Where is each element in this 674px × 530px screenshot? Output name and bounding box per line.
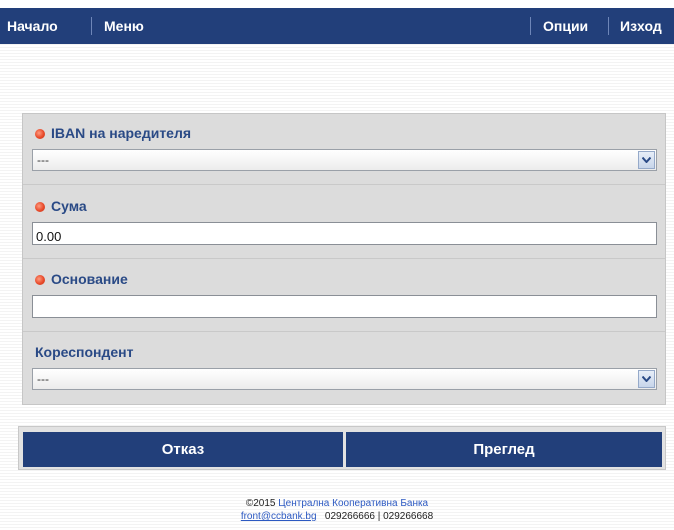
nav-options-link[interactable]: Опции: [543, 8, 588, 44]
reason-label-text: Основание: [51, 271, 128, 287]
amount-input[interactable]: [32, 222, 657, 245]
copyright-text: ©2015: [245, 498, 276, 509]
correspondent-select[interactable]: ---: [32, 368, 657, 390]
correspondent-label: Кореспондент: [35, 344, 134, 360]
required-marker-icon: [35, 129, 45, 139]
correspondent-select-value: ---: [37, 372, 49, 386]
top-navigation-bar: Начало Меню Опции Изход: [0, 0, 674, 44]
iban-label-text: IBAN на наредителя: [51, 125, 192, 141]
field-divider: [23, 184, 665, 185]
phones-text: 029266666 | 029266668: [324, 511, 434, 522]
required-marker-icon: [35, 202, 45, 212]
amount-label: Сума: [35, 198, 87, 214]
chevron-down-icon[interactable]: [638, 370, 655, 388]
iban-label: IBAN на наредителя: [35, 125, 191, 141]
action-buttons-bar: Отказ Преглед: [18, 426, 666, 470]
email-link[interactable]: front@ccbank.bg: [241, 511, 317, 522]
nav-home-link[interactable]: Начало: [7, 8, 58, 44]
field-divider: [23, 258, 665, 259]
preview-button[interactable]: Преглед: [346, 432, 662, 467]
required-marker-icon: [35, 275, 45, 285]
iban-select[interactable]: ---: [32, 149, 657, 171]
nav-menu-link[interactable]: Меню: [104, 8, 144, 44]
reason-label: Основание: [35, 271, 128, 287]
nav-separator: [530, 17, 531, 35]
field-divider: [23, 331, 665, 332]
bank-name-link[interactable]: Централна Кооперативна Банка: [278, 498, 428, 509]
footer-copyright-line: ©2015 Централна Кооперативна Банка: [0, 497, 674, 510]
footer-contact-line: front@ccbank.bg 029266666 | 029266668: [0, 510, 674, 523]
amount-label-text: Сума: [51, 198, 87, 214]
chevron-down-icon[interactable]: [638, 151, 655, 169]
page-footer: ©2015 Централна Кооперативна Банка front…: [0, 497, 674, 523]
nav-logout-link[interactable]: Изход: [620, 8, 662, 44]
iban-select-value: ---: [37, 153, 49, 167]
reason-input[interactable]: [32, 295, 657, 318]
nav-separator: [91, 17, 92, 35]
nav-separator: [608, 17, 609, 35]
payment-form-panel: IBAN на наредителя --- Сума Основание Ко…: [22, 113, 666, 405]
cancel-button[interactable]: Отказ: [23, 432, 343, 467]
